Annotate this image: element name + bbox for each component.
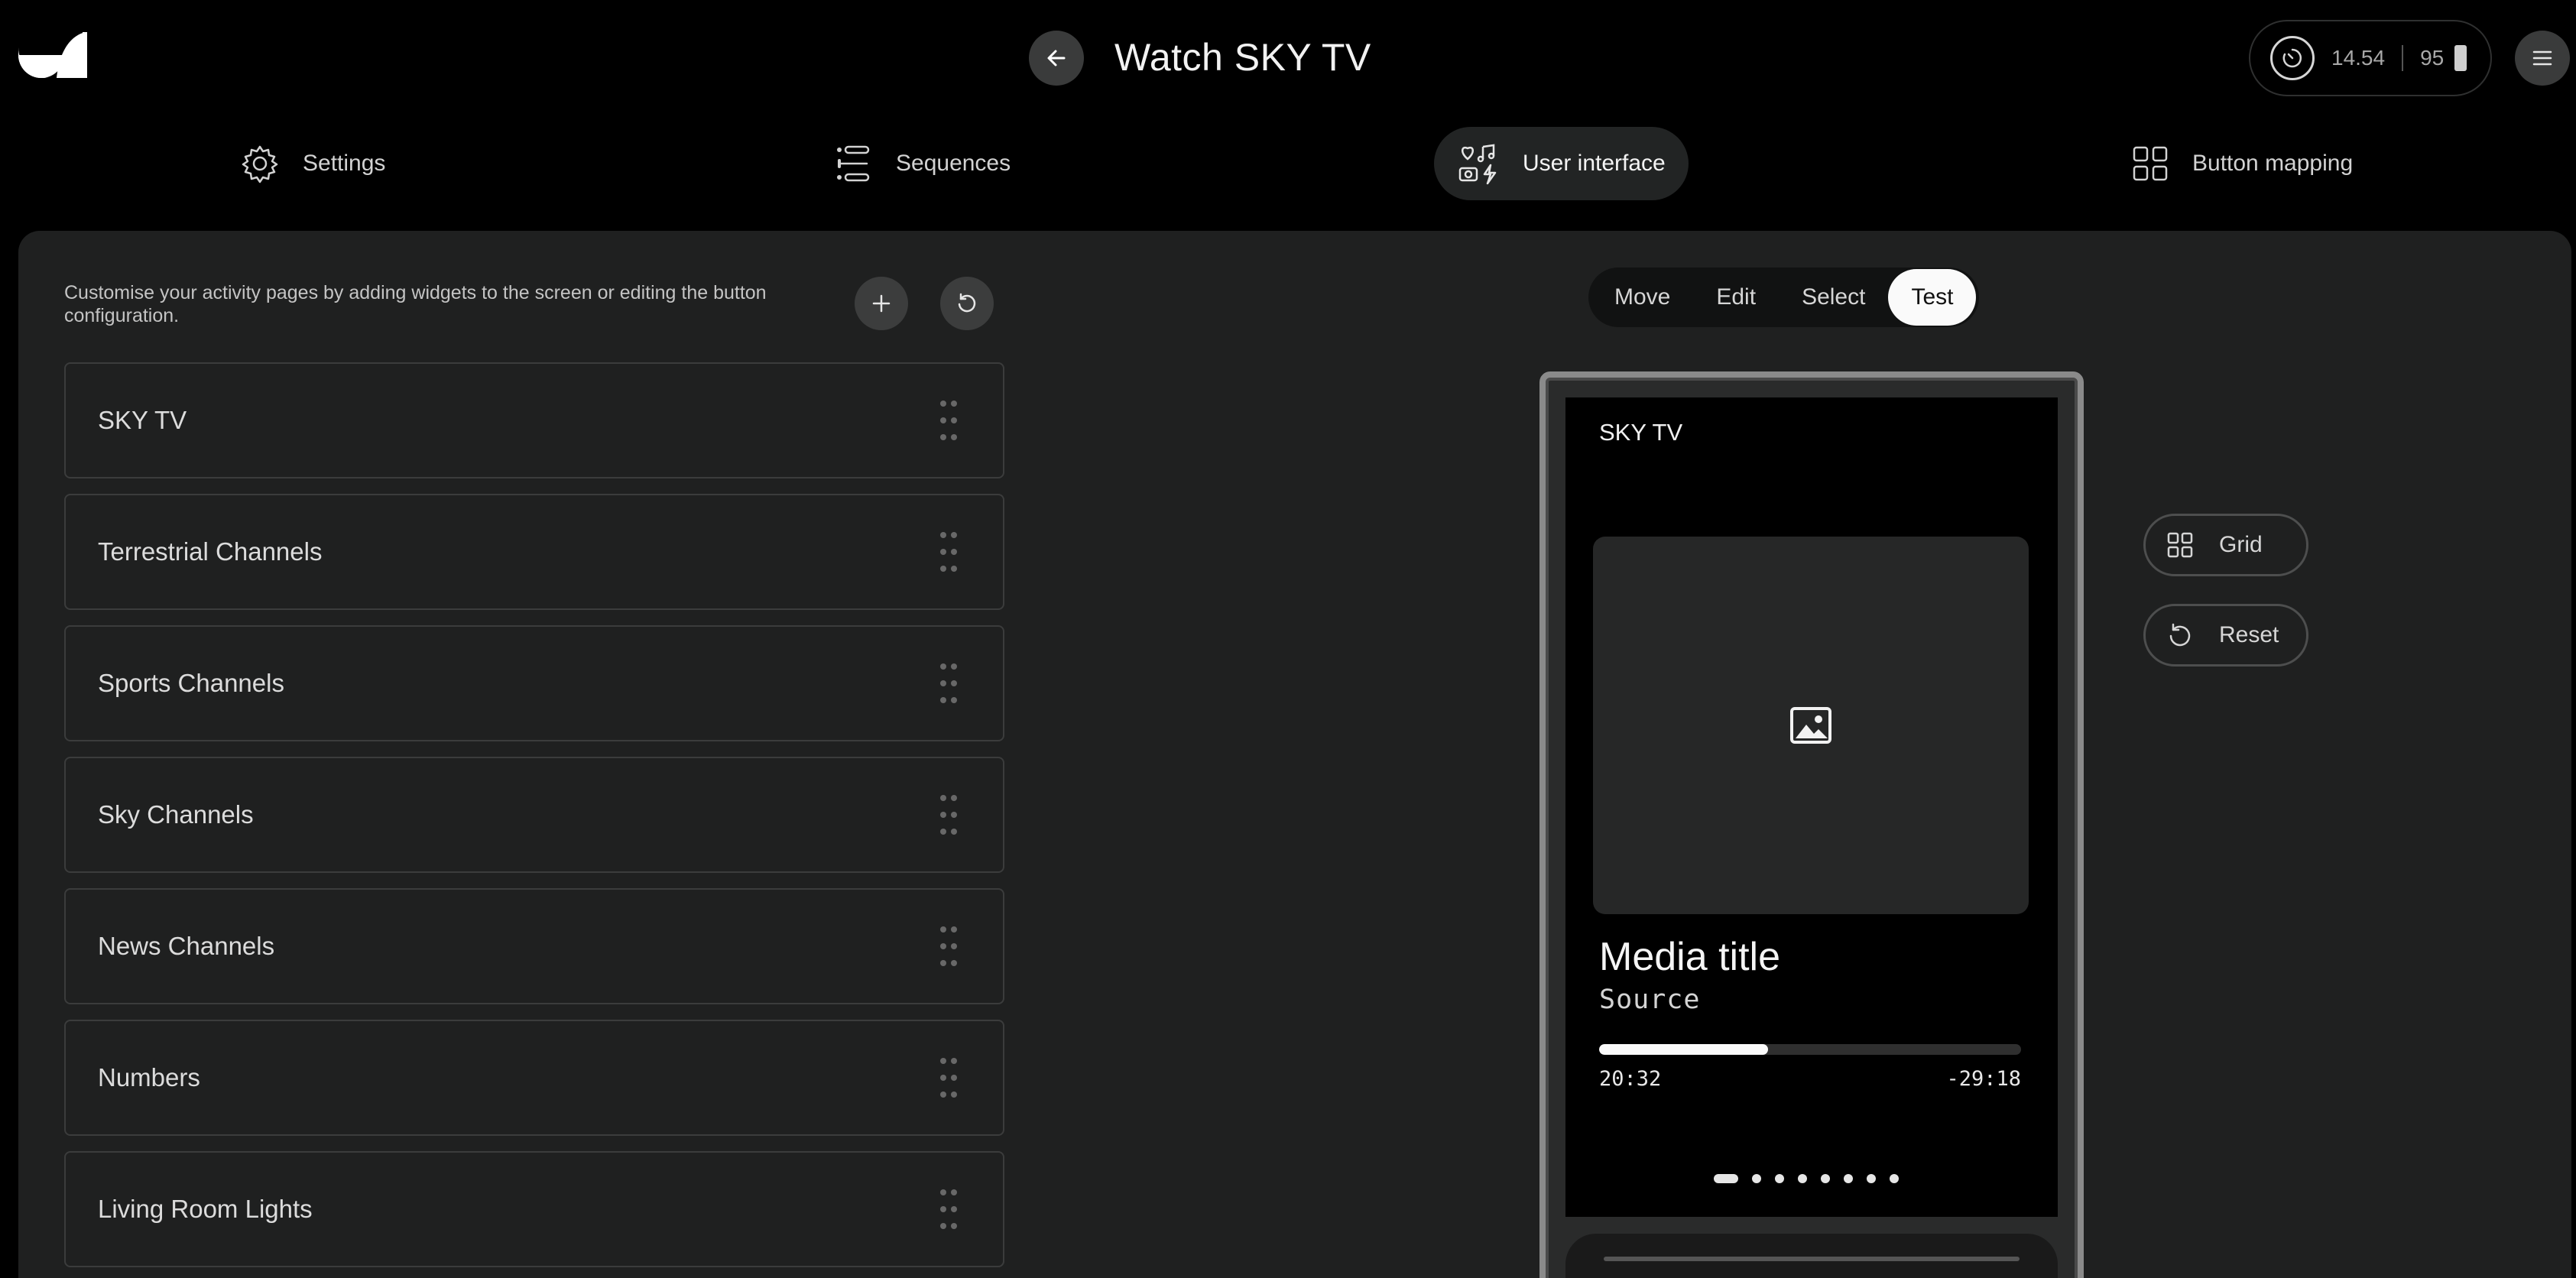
image-icon <box>1790 707 1831 744</box>
tab-sequences[interactable]: Sequences <box>810 127 1033 200</box>
page-indicator <box>1714 1174 1899 1183</box>
drag-handle-icon[interactable] <box>940 1189 957 1229</box>
list-item-label: Sky Channels <box>98 800 254 829</box>
drag-handle-icon[interactable] <box>940 795 957 835</box>
device-button-area <box>1565 1234 2058 1278</box>
list-item[interactable]: SKY TV <box>64 362 1004 478</box>
battery-level: 95 <box>2420 46 2445 70</box>
add-widget-button[interactable] <box>855 277 908 330</box>
list-item[interactable]: Terrestrial Channels <box>64 494 1004 610</box>
media-source: Source <box>1599 984 1701 1015</box>
device-preview: SKY TV Media title Source 20:32 -29:18 <box>1539 371 2084 1278</box>
drag-handle-icon[interactable] <box>940 1058 957 1098</box>
mode-selector: Move Edit Select Test <box>1588 268 1980 327</box>
page-dot[interactable] <box>1752 1174 1761 1183</box>
reset-pages-button[interactable] <box>940 277 994 330</box>
grid-button-label: Grid <box>2219 532 2263 557</box>
tab-sequences-label: Sequences <box>896 151 1011 176</box>
refresh-icon <box>958 293 976 313</box>
mode-edit-button[interactable]: Edit <box>1693 269 1779 326</box>
list-item[interactable]: Numbers <box>64 1020 1004 1136</box>
list-item-label: Numbers <box>98 1063 200 1091</box>
grid-icon <box>2133 146 2168 181</box>
list-item-label: News Channels <box>98 932 275 960</box>
mode-select-button[interactable]: Select <box>1779 269 1888 326</box>
list-item[interactable]: News Channels <box>64 888 1004 1004</box>
page-title: Watch SKY TV <box>1114 36 1371 79</box>
page-dot[interactable] <box>1844 1174 1853 1183</box>
grid-toggle-button[interactable]: Grid <box>2143 514 2308 576</box>
drag-handle-icon[interactable] <box>940 926 957 966</box>
reset-button-label: Reset <box>2219 622 2279 647</box>
reset-layout-button[interactable]: Reset <box>2143 604 2308 667</box>
media-progress-fill <box>1599 1044 1768 1055</box>
screen-title: SKY TV <box>1599 419 1683 446</box>
status-separator <box>2402 45 2404 71</box>
arrow-left-icon <box>1047 50 1066 66</box>
page-dot[interactable] <box>1867 1174 1876 1183</box>
clock-time: 14.54 <box>2331 46 2386 70</box>
back-button[interactable] <box>1029 31 1084 86</box>
main-panel: Customise your activity pages by adding … <box>18 231 2571 1278</box>
brand-logo-icon <box>18 32 87 78</box>
drag-handle-icon[interactable] <box>940 401 957 440</box>
widgets-icon <box>1458 144 1497 185</box>
drag-handle-icon[interactable] <box>940 663 957 703</box>
device-screen[interactable]: SKY TV Media title Source 20:32 -29:18 <box>1565 397 2058 1217</box>
tab-user-interface[interactable]: User interface <box>1434 127 1689 200</box>
mode-test-button[interactable]: Test <box>1888 269 1977 326</box>
page-dot[interactable] <box>1821 1174 1830 1183</box>
list-item-label: Living Room Lights <box>98 1195 313 1223</box>
drag-handle-icon[interactable] <box>940 532 957 572</box>
tab-user-interface-label: User interface <box>1523 151 1666 176</box>
grid-icon <box>2167 532 2193 558</box>
list-item[interactable]: Sports Channels <box>64 625 1004 741</box>
status-pill[interactable]: 14.54 95 <box>2249 20 2492 96</box>
timer-icon <box>2270 36 2315 80</box>
gear-icon <box>242 145 278 183</box>
list-icon <box>837 145 870 182</box>
list-item-label: Terrestrial Channels <box>98 537 323 566</box>
tab-settings-label: Settings <box>303 151 386 176</box>
hamburger-menu-icon <box>2532 50 2552 66</box>
media-title: Media title <box>1599 935 1780 979</box>
list-item[interactable]: Living Room Lights <box>64 1151 1004 1267</box>
page-dot[interactable] <box>1798 1174 1807 1183</box>
activity-page-list: SKY TV Terrestrial Channels Sports Chann… <box>64 362 1004 1278</box>
mode-move-button[interactable]: Move <box>1591 269 1693 326</box>
plus-icon <box>872 294 891 313</box>
list-item[interactable]: Sky Channels <box>64 757 1004 873</box>
media-progress-bar[interactable] <box>1599 1044 2021 1055</box>
refresh-icon <box>2169 623 2191 647</box>
list-item-label: Sports Channels <box>98 669 284 697</box>
menu-button[interactable] <box>2515 31 2570 86</box>
tab-button-mapping-label: Button mapping <box>2192 151 2354 176</box>
tab-settings[interactable]: Settings <box>217 127 408 200</box>
remaining-time: -29:18 <box>1946 1067 2021 1091</box>
page-dot[interactable] <box>1714 1174 1738 1183</box>
panel-description: Customise your activity pages by adding … <box>64 282 767 326</box>
battery-icon <box>2454 45 2467 71</box>
tab-button-mapping[interactable]: Button mapping <box>2108 127 2376 200</box>
media-artwork[interactable] <box>1593 537 2029 914</box>
page-dot[interactable] <box>1775 1174 1784 1183</box>
list-item-label: SKY TV <box>98 406 187 434</box>
elapsed-time: 20:32 <box>1599 1067 1662 1091</box>
page-dot[interactable] <box>1890 1174 1899 1183</box>
